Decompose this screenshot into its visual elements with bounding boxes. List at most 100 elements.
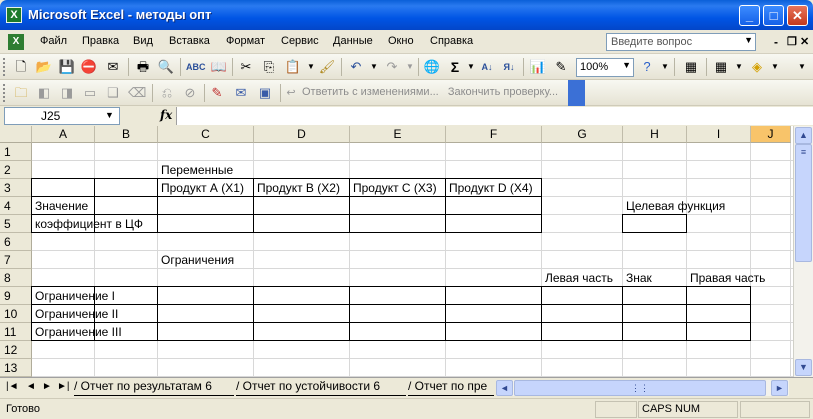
cell-f3[interactable]: Продукт D (X4) (446, 179, 533, 197)
copy-icon[interactable]: ⎘ (260, 58, 278, 76)
column-header-i[interactable]: I (687, 126, 751, 143)
menu-tools[interactable]: Сервис (281, 35, 319, 47)
close-button[interactable]: ✕ (787, 5, 808, 26)
column-header-g[interactable]: G (542, 126, 623, 143)
row-header-13[interactable]: 13 (0, 359, 32, 377)
cell-i8[interactable]: Правая часть (687, 269, 765, 287)
column-header-b[interactable]: B (95, 126, 158, 143)
formula-input[interactable] (176, 107, 813, 125)
spelling-icon[interactable]: ABC (186, 58, 206, 76)
sort-ascending-icon[interactable]: А↓ (478, 58, 496, 76)
sheet-tab-limits[interactable]: Отчет по пре (415, 379, 488, 393)
worksheet-grid[interactable]: ABCDEFGHIJ1234567891011121314ПеременныеП… (0, 126, 793, 377)
highlight-changes-icon[interactable]: ✎ (208, 84, 226, 102)
scroll-right-button[interactable]: ► (771, 380, 788, 396)
delete-comment-icon[interactable]: ⌫ (128, 84, 146, 102)
reject-change-icon[interactable]: ⊘ (181, 84, 199, 102)
previous-comment-icon[interactable]: ◧ (35, 84, 53, 102)
row-header-2[interactable]: 2 (0, 161, 32, 179)
zoom-select[interactable]: 100% ▼ (576, 58, 634, 77)
workbook-icon[interactable]: X (8, 34, 24, 50)
horizontal-scrollbar[interactable]: ◄ ⋮⋮ ► (496, 380, 789, 396)
column-header-j[interactable]: J (751, 126, 791, 143)
open-folder-icon[interactable]: 📂 (35, 58, 53, 76)
fill-color-icon[interactable]: ◈ (748, 58, 766, 76)
cell-c2[interactable]: Переменные (158, 161, 233, 179)
save-icon[interactable]: 💾 (58, 58, 76, 76)
reply-with-changes-button[interactable]: Ответить с изменениями... (302, 86, 439, 98)
new-comment-icon[interactable]: 🗀 (12, 84, 30, 102)
select-all-corner[interactable] (0, 126, 32, 143)
hyperlink-icon[interactable]: 🌐 (423, 58, 441, 76)
email-icon[interactable]: ✉ (104, 58, 122, 76)
print-preview-icon[interactable]: 🔍 (157, 58, 175, 76)
vertical-scrollbar[interactable]: ▲ ≡ ▼ (793, 126, 813, 377)
menu-data[interactable]: Данные (333, 35, 373, 47)
chevron-down-icon[interactable]: ▼ (105, 110, 114, 120)
menu-view[interactable]: Вид (133, 35, 153, 47)
previous-sheet-icon[interactable]: ◄ (26, 381, 36, 392)
chevron-down-icon[interactable]: ▼ (401, 58, 419, 76)
cell-a11[interactable]: Ограничение III (32, 323, 122, 341)
cell-h4[interactable]: Целевая функция (623, 197, 725, 215)
undo-icon[interactable]: ↶ (347, 58, 365, 76)
permission-icon[interactable]: ⛔ (80, 58, 98, 76)
row-header-3[interactable]: 3 (0, 179, 32, 197)
show-comment-icon[interactable]: ▭ (81, 84, 99, 102)
scroll-down-button[interactable]: ▼ (795, 359, 812, 376)
row-header-5[interactable]: 5 (0, 215, 32, 233)
toolbar-options-icon[interactable]: ▼ (656, 58, 674, 76)
row-header-9[interactable]: 9 (0, 287, 32, 305)
menu-file[interactable]: Файл (40, 35, 67, 47)
doc-restore-button[interactable]: ❐ (787, 35, 797, 48)
menu-format[interactable]: Формат (226, 35, 265, 47)
doc-close-button[interactable]: ✕ (800, 35, 809, 48)
row-header-8[interactable]: 8 (0, 269, 32, 287)
column-header-a[interactable]: A (32, 126, 95, 143)
sheet-tab-sensitivity[interactable]: Отчет по устойчивости 6 (243, 379, 380, 393)
row-header-1[interactable]: 1 (0, 143, 32, 161)
cell-a4[interactable]: Значение (32, 197, 88, 215)
cell-a9[interactable]: Ограничение I (32, 287, 115, 305)
drawing-icon[interactable]: ✎ (552, 58, 570, 76)
chevron-down-icon[interactable]: ▼ (766, 58, 784, 76)
scroll-left-button[interactable]: ◄ (496, 380, 513, 396)
help-question-input[interactable]: Введите вопрос ▼ (606, 33, 756, 51)
row-header-6[interactable]: 6 (0, 233, 32, 251)
column-header-d[interactable]: D (254, 126, 350, 143)
chevron-down-icon[interactable]: ▼ (622, 60, 631, 70)
cell-e3[interactable]: Продукт C (X3) (350, 179, 437, 197)
menu-window[interactable]: Окно (388, 35, 414, 47)
new-document-icon[interactable]: 🗋 (12, 58, 30, 76)
borders-icon[interactable]: ▦ (712, 58, 730, 76)
first-sheet-icon[interactable]: |◄ (6, 381, 19, 392)
chevron-down-icon[interactable]: ▼ (730, 58, 748, 76)
column-header-e[interactable]: E (350, 126, 446, 143)
chevron-down-icon[interactable]: ▼ (365, 58, 383, 76)
minimize-button[interactable]: _ (739, 5, 760, 26)
toolbar-grip[interactable] (3, 58, 6, 76)
row-header-12[interactable]: 12 (0, 341, 32, 359)
chevron-down-icon[interactable]: ▼ (744, 35, 753, 45)
cell-c7[interactable]: Ограничения (158, 251, 234, 269)
insert-function-icon[interactable]: fx (160, 108, 172, 122)
format-painter-icon[interactable]: 🖌 (318, 58, 336, 76)
scroll-thumb[interactable]: ≡ (795, 144, 812, 262)
name-box[interactable]: J25 ▼ (4, 107, 120, 125)
menu-insert[interactable]: Вставка (169, 35, 210, 47)
show-all-comments-icon[interactable]: ❑ (104, 84, 122, 102)
next-comment-icon[interactable]: ◨ (58, 84, 76, 102)
row-header-11[interactable]: 11 (0, 323, 32, 341)
send-for-review-icon[interactable]: ✉ (232, 84, 250, 102)
merge-center-icon[interactable]: ▦ (682, 58, 700, 76)
paste-icon[interactable]: 📋 (284, 58, 302, 76)
toolbar-grip[interactable] (3, 84, 6, 102)
redo-icon[interactable]: ↷ (383, 58, 401, 76)
cell-g8[interactable]: Левая часть (542, 269, 613, 287)
toolbar-options-icon[interactable] (568, 80, 585, 106)
help-icon[interactable]: ? (638, 58, 656, 76)
menu-edit[interactable]: Правка (82, 35, 119, 47)
toolbar-options-icon[interactable]: ▼ (793, 58, 811, 76)
track-changes-icon[interactable]: ⎌ (158, 84, 176, 102)
cell-d3[interactable]: Продукт B (X2) (254, 179, 340, 197)
